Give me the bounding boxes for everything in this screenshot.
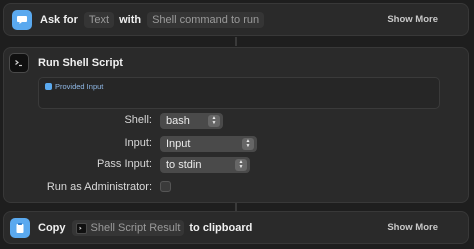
to-clipboard-label: to clipboard [189,222,253,234]
provided-input-variable[interactable]: Provided Input [45,82,103,91]
shell-popup[interactable]: bash ▲ ▼ [160,113,223,129]
variable-icon [45,83,52,90]
variable-label: Provided Input [55,82,104,91]
prompt-field[interactable]: Shell command to run [147,12,265,28]
pass-input-value: to stdin [166,159,202,171]
up-down-chevron-icon: ▲ ▼ [208,115,220,127]
run-shell-script-action[interactable]: Run Shell Script Provided Input Shell: b… [3,47,469,203]
terminal-icon [75,222,87,234]
up-down-chevron-icon: ▲ ▼ [235,159,247,171]
ask-for-input-action[interactable]: Ask for Text with Shell command to run S… [3,3,469,36]
with-label: with [119,14,142,26]
pass-input-popup[interactable]: to stdin ▲ ▼ [160,157,250,173]
input-value: Input [166,138,191,150]
shell-value: bash [166,115,190,127]
speech-bubble-icon [12,10,32,30]
input-popup[interactable]: Input ▲ ▼ [160,136,257,152]
shell-result-variable[interactable]: Shell Script Result [71,220,185,236]
copy-label: Copy [38,222,66,234]
shortcut-editor: Ask for Text with Shell command to run S… [0,0,474,249]
pass-input-label: Pass Input: [96,158,152,170]
action-connector [235,37,237,46]
script-editor[interactable]: Provided Input [38,77,440,109]
show-more-button[interactable]: Show More [387,14,438,25]
ask-for-label: Ask for [40,14,78,26]
run-as-admin-label: Run as Administrator: [46,181,152,193]
input-label: Input: [124,137,152,149]
up-down-chevron-icon: ▲ ▼ [242,138,254,150]
variable-label: Shell Script Result [90,222,181,234]
clipboard-icon [10,218,30,238]
show-more-button[interactable]: Show More [387,222,438,233]
copy-to-clipboard-action[interactable]: Copy Shell Script Result to clipboard Sh… [3,211,469,244]
run-as-admin-checkbox[interactable] [160,181,171,192]
action-title: Run Shell Script [38,57,123,69]
terminal-icon [9,53,29,73]
input-type-token[interactable]: Text [83,12,115,28]
shell-label: Shell: [124,114,152,126]
